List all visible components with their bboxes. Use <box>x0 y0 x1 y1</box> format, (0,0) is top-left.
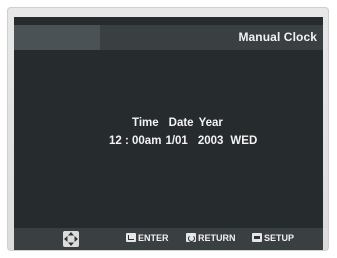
time-label: Time <box>132 117 159 129</box>
date-label: Date <box>168 117 194 129</box>
enter-label: ENTER <box>138 233 169 243</box>
return-label: RETURN <box>198 233 236 243</box>
setup-icon <box>252 233 262 242</box>
page-title: Manual Clock <box>238 30 317 44</box>
clock-labels: Time Date Year <box>132 117 223 129</box>
header-bar: Manual Clock <box>14 25 323 50</box>
year-label: Year <box>198 117 223 129</box>
osd-screen: Manual Clock Time Date Year 12 : 00am 1/01 2… <box>14 17 323 250</box>
return-icon <box>186 233 196 242</box>
return-hint[interactable]: RETURN <box>186 233 236 243</box>
four-direction-arrows-icon <box>63 231 79 247</box>
clock-values: 12 : 00am 1/01 2003 WED <box>109 135 257 147</box>
footer-bar: ENTER RETURN SETUP <box>14 228 323 250</box>
date-value[interactable]: 1/01 <box>165 135 187 147</box>
setup-hint[interactable]: SETUP <box>252 233 294 243</box>
header-accent <box>14 25 100 50</box>
weekday-value: WED <box>230 135 258 147</box>
year-value[interactable]: 2003 <box>198 135 224 147</box>
enter-icon <box>126 233 136 242</box>
time-value[interactable]: 12 : 00am <box>109 135 161 147</box>
enter-hint[interactable]: ENTER <box>126 233 169 243</box>
setup-label: SETUP <box>264 233 295 243</box>
